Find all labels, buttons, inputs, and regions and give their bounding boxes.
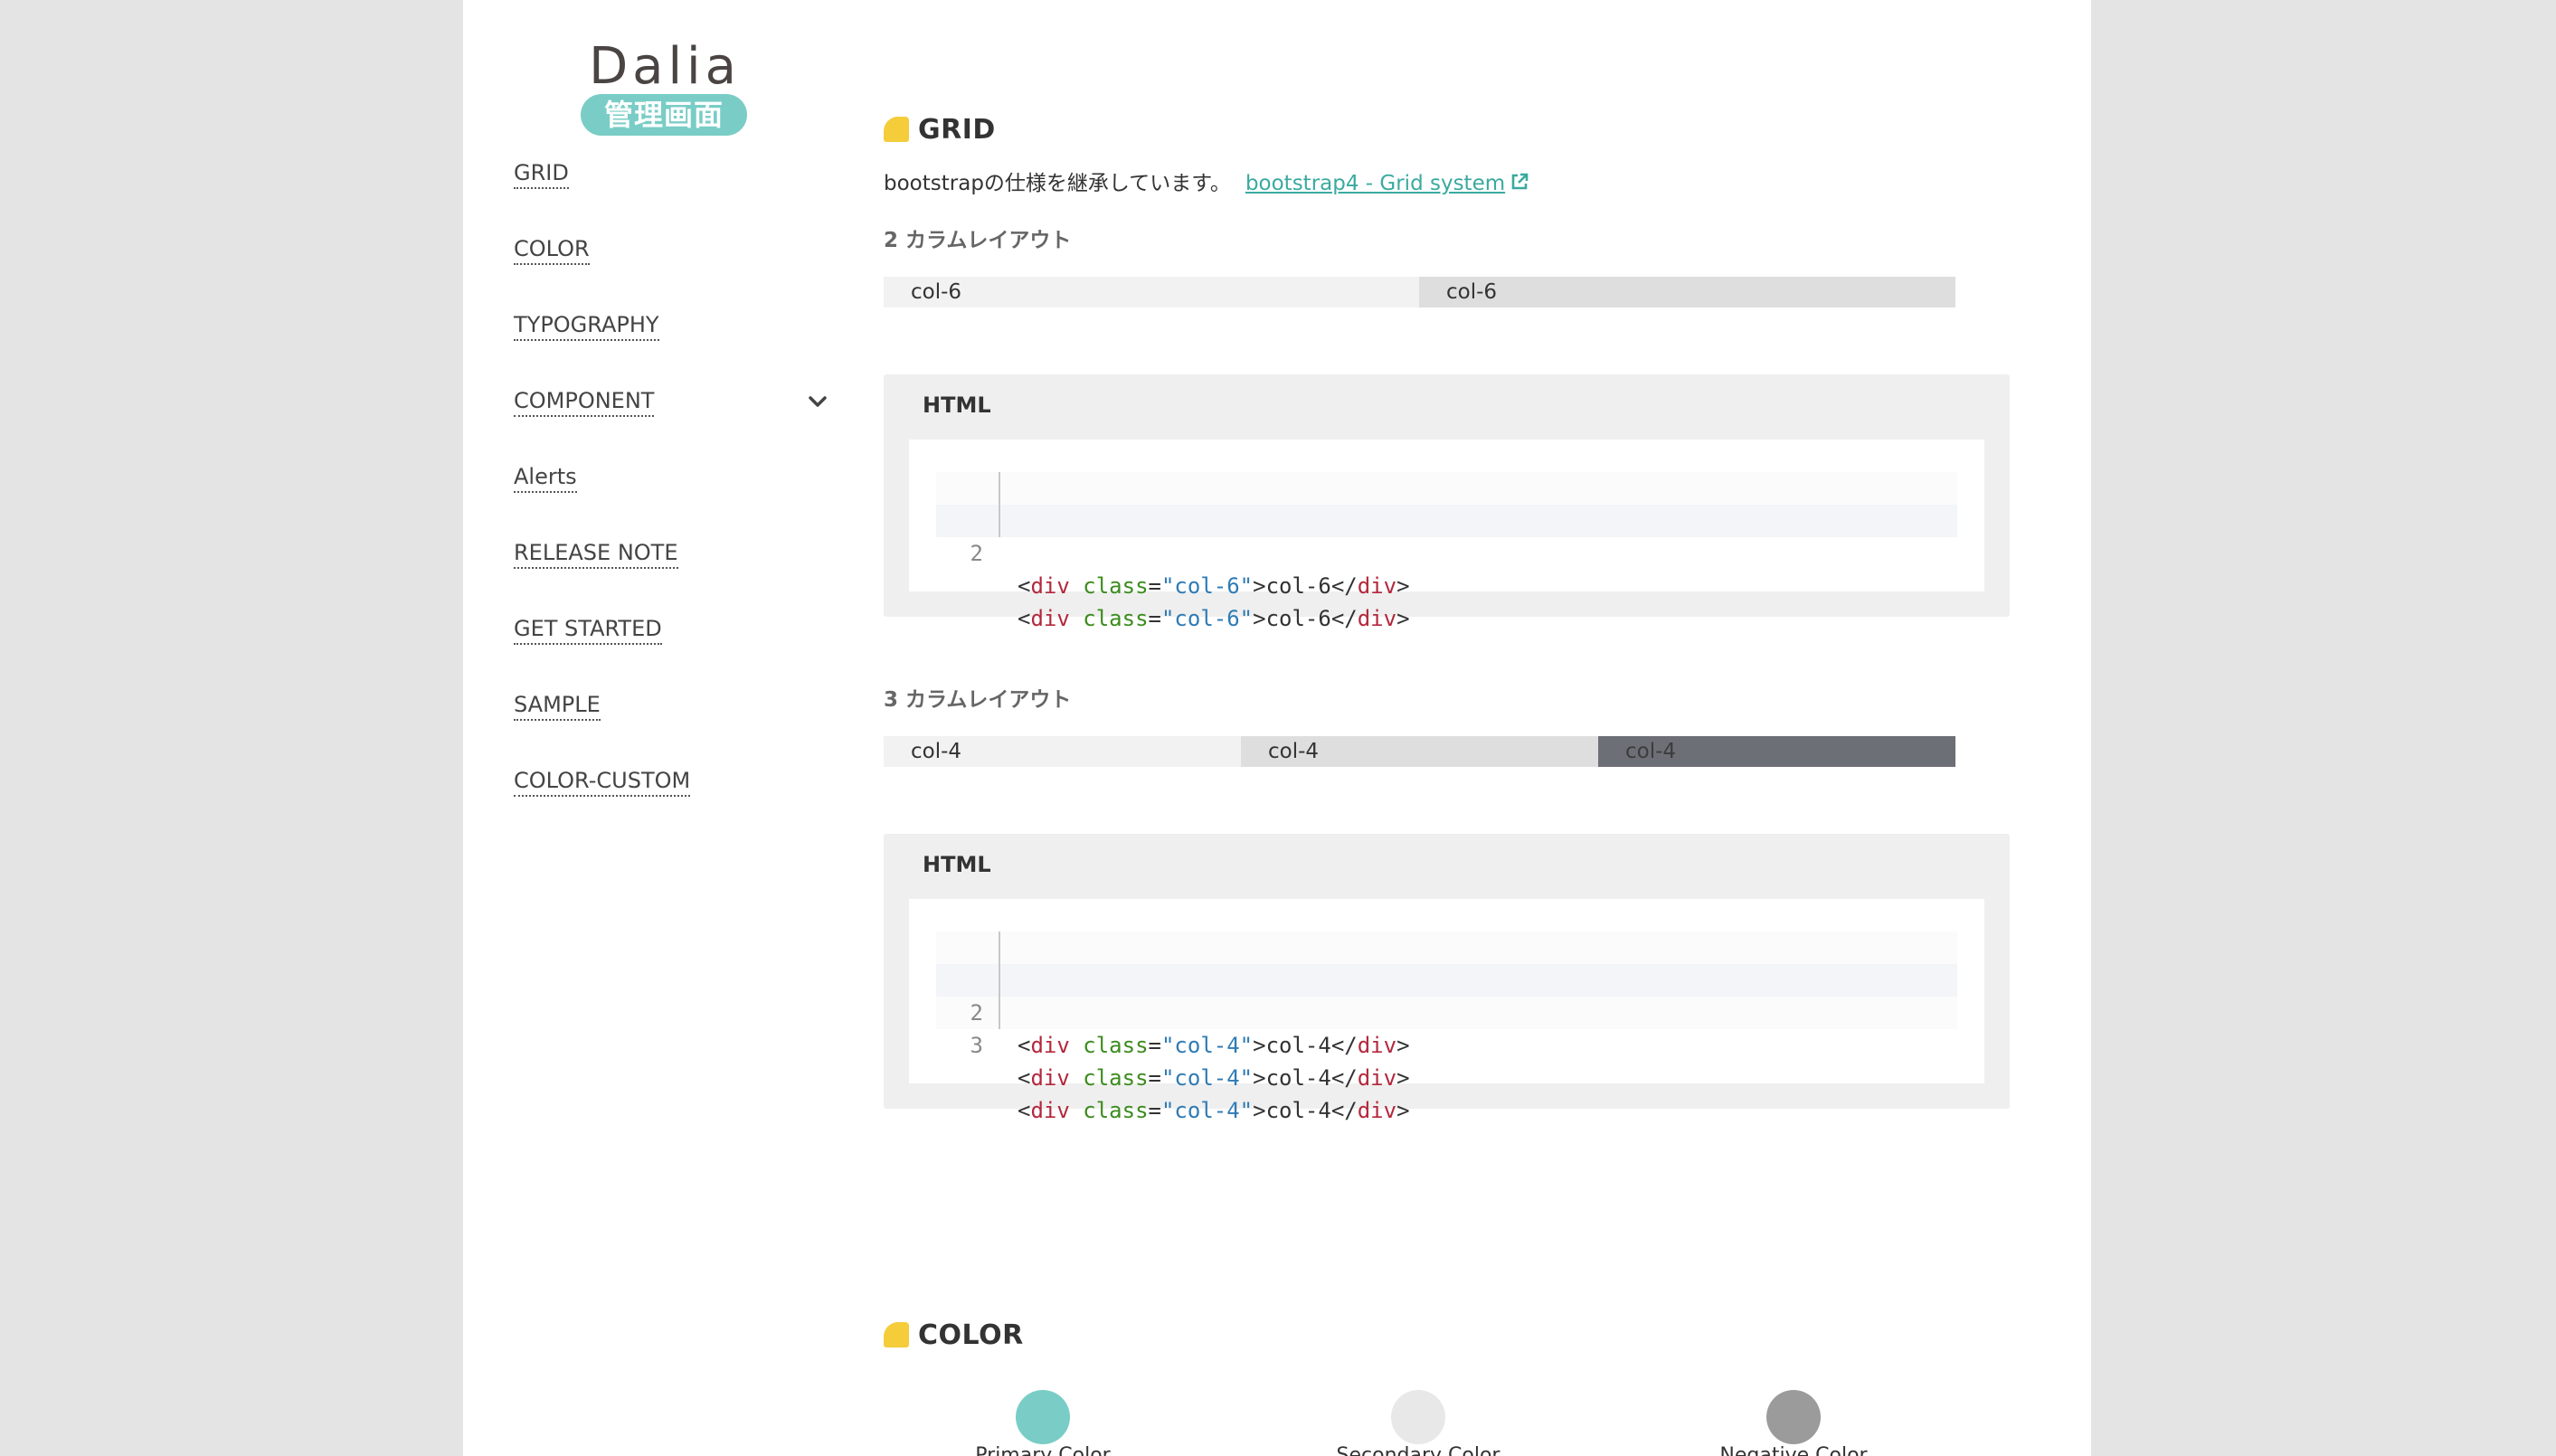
grid-cell: col-4 bbox=[1598, 736, 1955, 767]
line-number: 2 bbox=[970, 541, 983, 566]
code-area: 1 <div class="col-4">col-4</div> 2 <div … bbox=[936, 931, 1957, 1123]
three-col-demo-row: col-4 col-4 col-4 bbox=[884, 736, 1955, 767]
chevron-down-icon[interactable] bbox=[805, 389, 830, 414]
three-col-code-card: HTML 1 <div class="col-4">col-4</div> 2 … bbox=[884, 834, 2010, 1123]
grid-title-text: GRID bbox=[918, 113, 996, 146]
sidebar-item-color: COLOR bbox=[514, 235, 830, 311]
page: Dalia 管理画面 GRID COLOR TYPOGRAPHY COMPONE… bbox=[463, 0, 2091, 1456]
code-card-title: HTML bbox=[923, 852, 991, 877]
logo[interactable]: Dalia 管理画面 bbox=[570, 38, 760, 137]
line-number: 3 bbox=[970, 1033, 983, 1058]
secondary-color-label: Secondary Color bbox=[1336, 1444, 1500, 1456]
three-col-heading: 3 カラムレイアウト bbox=[884, 688, 1072, 712]
sidebar-item-get-started: GET STARTED bbox=[514, 615, 830, 691]
sidebar-link-component[interactable]: COMPONENT bbox=[514, 387, 655, 417]
negative-color-swatch bbox=[1766, 1390, 1821, 1444]
two-col-code-card: HTML 1 <div class="col-6">col-6</div> 2 … bbox=[884, 374, 2010, 631]
sidebar-item-typography: TYPOGRAPHY bbox=[514, 311, 830, 387]
sidebar-item-grid: GRID bbox=[514, 159, 830, 235]
code-block[interactable]: 1 <div class="col-4">col-4</div> 2 <div … bbox=[909, 899, 1984, 1123]
grid-intro-text: bootstrapの仕様を継承しています。 bbox=[884, 172, 1231, 195]
code-text: <div class="col-6">col-6</div> bbox=[1018, 606, 1410, 631]
bootstrap-grid-link[interactable]: bootstrap4 - Grid system bbox=[1245, 172, 1505, 195]
code-line: 1 <div class="col-6">col-6</div> bbox=[936, 472, 1957, 599]
primary-color-swatch bbox=[1016, 1390, 1070, 1444]
sidebar-link-typography[interactable]: TYPOGRAPHY bbox=[514, 311, 659, 341]
code-text: <div class="col-4">col-4</div> bbox=[1018, 1098, 1410, 1123]
grid-cell: col-4 bbox=[1241, 736, 1598, 767]
sidebar-item-sample: SAMPLE bbox=[514, 691, 830, 767]
code-line: 2 <div class="col-4">col-4</div> bbox=[936, 964, 1957, 1091]
sidebar-link-sample[interactable]: SAMPLE bbox=[514, 691, 601, 721]
sidebar-link-grid[interactable]: GRID bbox=[514, 159, 569, 189]
sidebar-item-alerts: Alerts bbox=[514, 463, 830, 539]
code-gutter bbox=[999, 964, 1000, 997]
external-link-icon[interactable] bbox=[1509, 171, 1530, 193]
section-marker-icon bbox=[884, 1322, 909, 1347]
code-gutter bbox=[999, 997, 1000, 1029]
grid-section-title: GRID bbox=[884, 111, 996, 147]
code-line: 1 <div class="col-4">col-4</div> bbox=[936, 931, 1957, 1058]
code-gutter bbox=[999, 472, 1000, 505]
grid-cell: col-4 bbox=[884, 736, 1241, 767]
sidebar-link-alerts[interactable]: Alerts bbox=[514, 463, 577, 493]
color-section-title: COLOR bbox=[884, 1317, 1024, 1353]
two-col-demo-row: col-6 col-6 bbox=[884, 277, 1955, 307]
code-block[interactable]: 1 <div class="col-6">col-6</div> 2 <div … bbox=[909, 440, 1984, 631]
section-marker-icon bbox=[884, 117, 909, 142]
sidebar-link-release-note[interactable]: RELEASE NOTE bbox=[514, 539, 678, 569]
sidebar-link-get-started[interactable]: GET STARTED bbox=[514, 615, 662, 645]
primary-color-label: Primary Color bbox=[975, 1444, 1111, 1456]
sidebar-nav: GRID COLOR TYPOGRAPHY COMPONENT Alerts R… bbox=[514, 159, 830, 843]
sidebar-item-release-note: RELEASE NOTE bbox=[514, 539, 830, 615]
code-card-title: HTML bbox=[923, 392, 991, 418]
sidebar-item-component: COMPONENT bbox=[514, 387, 830, 463]
code-area: 1 <div class="col-6">col-6</div> 2 <div … bbox=[936, 472, 1957, 631]
sidebar-link-color-custom[interactable]: COLOR-CUSTOM bbox=[514, 767, 691, 797]
logo-wordmark: Dalia bbox=[589, 37, 741, 96]
grid-cell: col-6 bbox=[1419, 277, 1955, 307]
code-line: 2 <div class="col-6">col-6</div> bbox=[936, 505, 1957, 631]
secondary-color-swatch bbox=[1391, 1390, 1445, 1444]
color-title-text: COLOR bbox=[918, 1319, 1024, 1351]
code-gutter bbox=[999, 931, 1000, 964]
logo-badge: 管理画面 bbox=[581, 94, 747, 136]
sidebar-item-color-custom: COLOR-CUSTOM bbox=[514, 767, 830, 843]
two-col-heading: 2 カラムレイアウト bbox=[884, 229, 1072, 252]
grid-cell: col-6 bbox=[884, 277, 1419, 307]
code-gutter bbox=[999, 505, 1000, 537]
sidebar-link-color[interactable]: COLOR bbox=[514, 235, 590, 265]
code-line: 3 <div class="col-4">col-4</div> bbox=[936, 997, 1957, 1123]
grid-intro: bootstrapの仕様を継承しています。 bootstrap4 - Grid s… bbox=[884, 166, 1530, 201]
negative-color-label: Negative Color bbox=[1719, 1444, 1868, 1456]
